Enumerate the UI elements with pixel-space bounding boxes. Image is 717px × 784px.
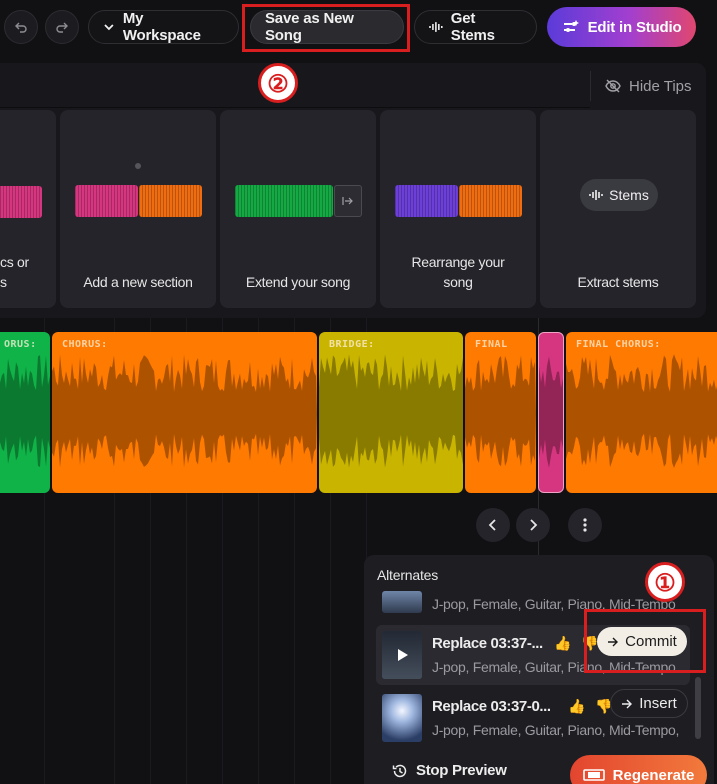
segment-waveform (52, 354, 317, 468)
get-stems-label: Get Stems (450, 10, 495, 44)
undo-icon (15, 22, 27, 33)
segment-label: CHORUS: (62, 339, 108, 350)
alternate-name: Replace 03:37-0... (432, 698, 551, 715)
playhead-dot (135, 163, 141, 169)
timeline-segment-final-chorus[interactable]: FINAL CHORUS: (566, 332, 717, 493)
mini-waveform-orange (139, 185, 202, 217)
stop-preview-label: Stop Preview (416, 762, 507, 779)
tip-card-label: cs or s (0, 254, 29, 290)
waveform-icon (589, 190, 603, 200)
alternate-thumbnail (382, 694, 422, 742)
alternate-thumbnail (382, 591, 422, 613)
redo-button[interactable] (45, 10, 79, 44)
alternate-meta: J-pop, Female, Guitar, Piano, Mid-Tempo, (432, 722, 680, 738)
mini-waveform (0, 186, 42, 218)
regenerate-button[interactable]: Regenerate (570, 755, 707, 784)
eye-off-icon (605, 79, 621, 93)
tip-card-label: Extend your song (245, 274, 351, 290)
regenerate-icon (582, 769, 605, 781)
redo-icon (56, 22, 68, 33)
regenerate-label: Regenerate (612, 766, 695, 784)
tip-card-rearrange[interactable]: Rearrange your song (380, 110, 536, 308)
extend-arrow-box (334, 185, 362, 217)
alternates-title: Alternates (377, 567, 439, 583)
mini-waveform-orange (459, 185, 522, 217)
chevron-left-icon (488, 519, 496, 531)
highlight-box-commit (584, 609, 706, 673)
tip-card-label: Rearrange your song (411, 254, 505, 290)
thumbs-up-icon[interactable]: 👍 (554, 635, 571, 652)
get-stems-button[interactable]: Get Stems (414, 10, 537, 44)
mini-waveform-purple (395, 185, 458, 217)
play-icon[interactable] (382, 631, 422, 679)
hide-tips-button[interactable]: Hide Tips (590, 71, 700, 101)
mini-waveform-green (235, 185, 333, 217)
thumbs-up-icon[interactable]: 👍 (568, 698, 585, 715)
tips-header-divider (0, 107, 590, 108)
tip-card-extract-stems[interactable]: Stems Extract stems (540, 110, 696, 308)
tip-card-extend[interactable]: Extend your song (220, 110, 376, 308)
timeline-segment-chorus[interactable]: ORUS: (0, 332, 50, 493)
hide-tips-label: Hide Tips (629, 77, 692, 95)
segment-waveform (539, 356, 563, 468)
segment-label: ORUS: (4, 339, 37, 350)
studio-sliders-icon (563, 20, 579, 32)
segment-waveform (566, 354, 717, 468)
more-vertical-icon (583, 518, 587, 532)
tips-panel: Hide Tips cs or s Add a new section Exte… (0, 63, 706, 318)
highlight-box-save (242, 4, 410, 52)
segment-label: FINAL CHORUS: (576, 339, 661, 350)
insert-label: Insert (639, 695, 677, 712)
segment-label: BRIDGE: (329, 339, 375, 350)
waveform-icon (429, 22, 443, 32)
arrow-right-bar-icon (342, 197, 353, 205)
history-icon (392, 764, 407, 777)
tip-card-label: Extract stems (577, 274, 659, 290)
timeline-segment-selected[interactable] (538, 332, 564, 493)
more-options-button[interactable] (568, 508, 602, 542)
edit-in-studio-button[interactable]: Edit in Studio (547, 7, 696, 47)
segment-waveform (0, 355, 50, 467)
alternates-scrollbar[interactable] (695, 677, 701, 739)
stop-preview-button[interactable]: Stop Preview (392, 762, 507, 779)
segment-waveform (465, 355, 536, 467)
timeline-segment-final[interactable]: FINAL (465, 332, 536, 493)
alternate-name: Replace 03:37-... (432, 635, 543, 652)
tip-card-replace[interactable]: cs or s (0, 110, 56, 308)
chevron-right-icon (530, 519, 538, 531)
tip-card-label: Add a new section (83, 274, 193, 290)
chevron-down-icon (104, 24, 114, 31)
timeline-segment-bridge[interactable]: BRIDGE: (319, 332, 463, 493)
previous-button[interactable] (476, 508, 510, 542)
undo-button[interactable] (4, 10, 38, 44)
segment-waveform (319, 354, 463, 468)
segment-label: FINAL (475, 339, 508, 350)
studio-label: Edit in Studio (587, 18, 682, 36)
step-1-badge: ① (645, 562, 685, 602)
next-button[interactable] (516, 508, 550, 542)
step-2-badge: ② (258, 63, 298, 103)
arrow-right-icon (622, 699, 633, 708)
insert-button[interactable]: Insert (610, 689, 688, 718)
workspace-label: My Workspace (122, 10, 201, 44)
timeline-segment-chorus[interactable]: CHORUS: (52, 332, 317, 493)
tip-card-add-section[interactable]: Add a new section (60, 110, 216, 308)
alternate-thumbnail (382, 631, 422, 679)
workspace-dropdown[interactable]: My Workspace (88, 10, 239, 44)
mini-waveform-pink (75, 185, 138, 217)
stems-chip-label: Stems (609, 187, 649, 203)
stems-chip: Stems (580, 179, 658, 211)
